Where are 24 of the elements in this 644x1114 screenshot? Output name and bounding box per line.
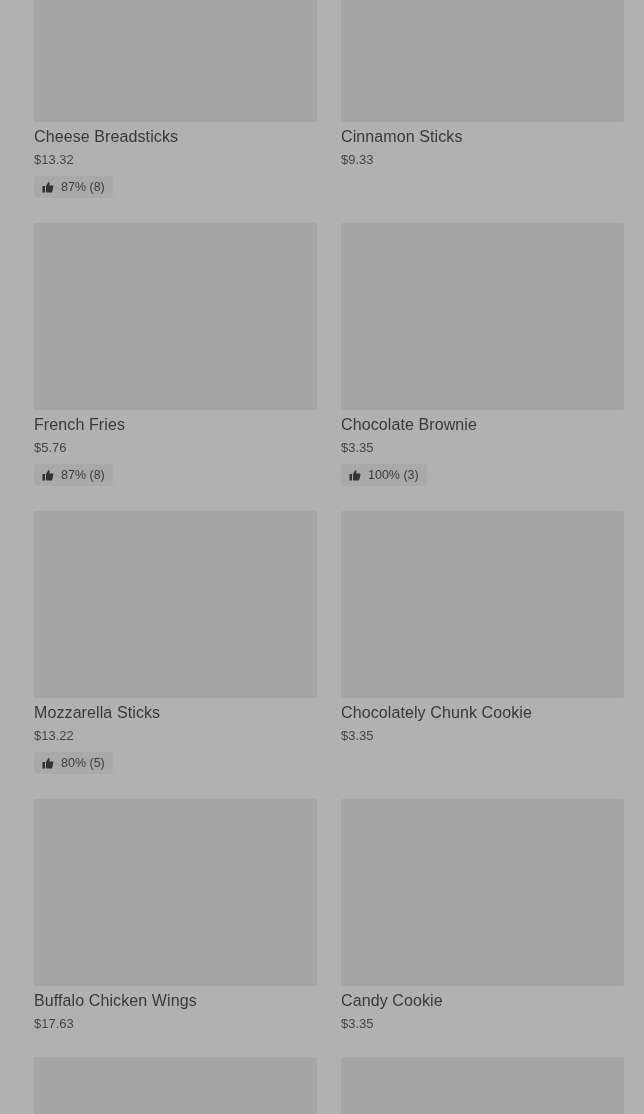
- rating-badge: 100% (3): [341, 464, 427, 486]
- item-price: $17.63: [34, 1015, 74, 1032]
- item-price: $3.35: [341, 727, 374, 744]
- item-price: $13.32: [34, 151, 74, 168]
- rating-badge: 80% (5): [34, 752, 113, 774]
- item-name[interactable]: Buffalo Chicken Wings: [34, 991, 197, 1011]
- thumbs-up-icon: [349, 469, 361, 481]
- item-price: $3.35: [341, 1015, 374, 1032]
- thumbs-up-icon: [42, 181, 54, 193]
- item-price: $13.22: [34, 727, 74, 744]
- item-name[interactable]: Chocolate Brownie: [341, 415, 477, 435]
- item-price: $9.33: [341, 151, 374, 168]
- item-name[interactable]: Cinnamon Sticks: [341, 127, 463, 147]
- thumbs-up-icon: [42, 757, 54, 769]
- rating-badge: 87% (8): [34, 464, 113, 486]
- item-name[interactable]: Chocolately Chunk Cookie: [341, 703, 532, 723]
- item-name[interactable]: Cheese Breadsticks: [34, 127, 179, 147]
- item-price: $3.35: [341, 439, 374, 456]
- item-name[interactable]: French Fries: [34, 415, 125, 435]
- item-name[interactable]: Mozzarella Sticks: [34, 703, 161, 723]
- thumbs-up-icon: [42, 469, 54, 481]
- rating-badge: 87% (8): [34, 176, 113, 198]
- item-name[interactable]: Candy Cookie: [341, 991, 443, 1011]
- item-price: $5.76: [34, 439, 67, 456]
